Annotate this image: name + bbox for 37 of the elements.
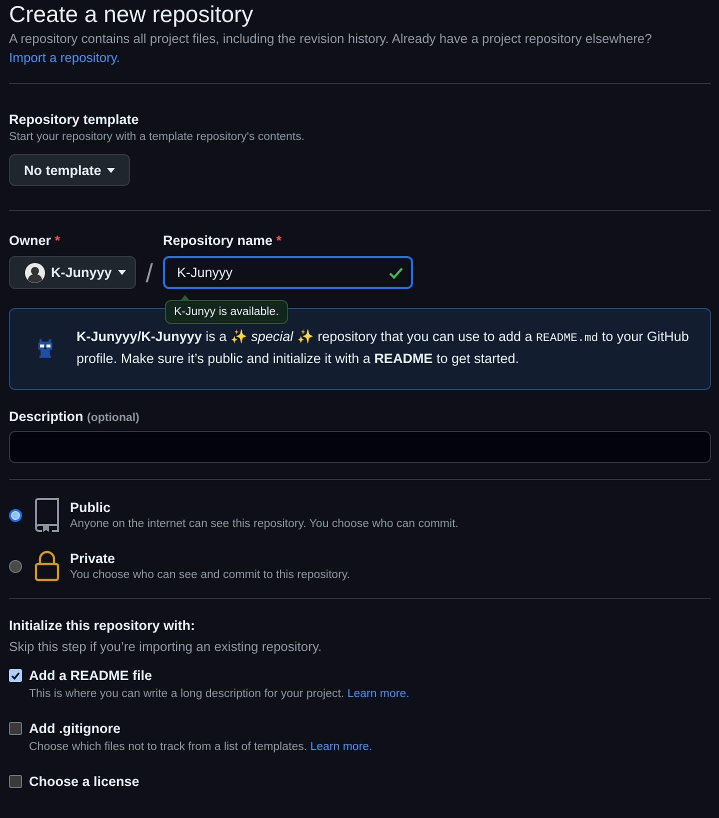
option-checkbox[interactable] [9, 775, 22, 788]
owner-label: Owner * [9, 233, 62, 248]
initialize-heading: Initialize this repository with: [9, 618, 196, 633]
availability-tooltip: K-Junyy is available. [165, 300, 288, 324]
visibility-radio[interactable] [9, 560, 22, 572]
repo-name-field[interactable]: K-Junyyy [163, 256, 414, 289]
visibility-title: Private [70, 551, 116, 566]
option-label: Choose a license [29, 774, 140, 789]
book-icon [34, 498, 60, 532]
owner-dropdown[interactable]: K-Junyyy [9, 256, 136, 289]
template-hint: Start your repository with a template repository's contents. [9, 131, 306, 143]
repo-name-label: Repository name * [163, 233, 283, 248]
visibility-description: You choose who can see and commit to this repository. [70, 569, 350, 581]
caret-icon [107, 168, 116, 172]
template-dropdown[interactable]: No template [9, 154, 130, 186]
option-checkbox[interactable] [9, 722, 22, 735]
option-label: Add a README file [29, 668, 154, 683]
learn-more-link[interactable]: Learn more. [347, 688, 410, 700]
learn-more-link[interactable]: Learn more. [310, 741, 372, 753]
page-subtitle: A repository contains all project files, including the revision history. Already have a project repository elsewhere? [9, 31, 653, 46]
option-label: Add .gitignore [29, 721, 122, 736]
path-separator: / [144, 257, 154, 289]
caret-icon [118, 270, 126, 275]
template-label: Repository template [9, 112, 140, 127]
option-description: Choose which files not to track from a list of templates. Learn more. [29, 741, 374, 753]
description-field[interactable] [9, 431, 711, 463]
page-title: Create a new repository [9, 0, 254, 29]
import-link[interactable]: Import a repository. [9, 50, 120, 65]
profile-readme-notice: K-Junyyy/K-Junyyy is a ✨ special ✨ repository that you can use to add a README.md to your GitHub profile. Make sure it’s public and initialize it with a README to get started. [76, 328, 690, 368]
description-label: Description (optional) [9, 409, 140, 424]
avatar-icon [25, 262, 45, 282]
lock-icon [34, 550, 60, 582]
visibility-title: Public [70, 500, 112, 515]
option-description: This is where you can write a long description for your project. Learn more. [29, 688, 410, 700]
visibility-radio[interactable] [9, 508, 22, 522]
initialize-hint: Skip this step if you’re importing an existing repository. [9, 639, 323, 654]
visibility-description: Anyone on the internet can see this repository. You choose who can commit. [70, 518, 458, 530]
